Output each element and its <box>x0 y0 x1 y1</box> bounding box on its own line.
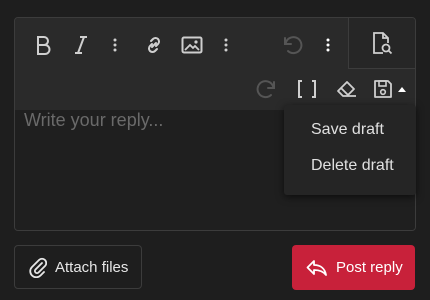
more-vertical-icon <box>113 38 117 52</box>
more-vertical-icon <box>326 38 330 52</box>
save-draft-item[interactable]: Save draft <box>311 121 384 139</box>
bold-icon <box>37 36 51 55</box>
save-draft-button[interactable] <box>369 75 397 103</box>
draft-menu: Save draft Delete draft <box>284 105 416 195</box>
image-button[interactable] <box>178 31 206 59</box>
more-formatting-button[interactable] <box>101 31 129 59</box>
attach-files-button[interactable]: Attach files <box>14 245 142 289</box>
redo-icon <box>256 80 275 99</box>
post-reply-label: Post reply <box>336 259 403 276</box>
more-vertical-icon <box>224 38 228 52</box>
paperclip-icon <box>29 257 47 278</box>
draft-menu-toggle[interactable] <box>395 75 409 103</box>
reply-icon <box>306 259 327 276</box>
link-button[interactable] <box>140 31 168 59</box>
undo-icon <box>284 36 303 55</box>
document-preview-icon <box>373 32 393 55</box>
caret-up-icon <box>398 87 406 92</box>
undo-button[interactable] <box>279 31 307 59</box>
code-button[interactable] <box>293 75 321 103</box>
image-icon <box>181 36 203 54</box>
redo-button[interactable] <box>252 75 280 103</box>
preview-button[interactable] <box>368 29 396 57</box>
attach-files-label: Attach files <box>55 258 129 276</box>
clear-formatting-button[interactable] <box>333 75 361 103</box>
link-icon <box>147 36 161 54</box>
reply-placeholder: Write your reply... <box>24 110 164 130</box>
delete-draft-item[interactable]: Delete draft <box>311 157 394 175</box>
save-draft-icon <box>374 80 392 98</box>
post-reply-button[interactable]: Post reply <box>292 245 415 290</box>
preview-panel <box>348 18 415 69</box>
eraser-icon <box>337 81 356 97</box>
italic-icon <box>75 36 87 54</box>
code-brackets-icon <box>298 80 316 98</box>
more-insert-button[interactable] <box>212 31 240 59</box>
editor-toolbar <box>15 18 415 110</box>
italic-button[interactable] <box>67 31 95 59</box>
bold-button[interactable] <box>29 31 57 59</box>
more-options-button[interactable] <box>314 31 342 59</box>
